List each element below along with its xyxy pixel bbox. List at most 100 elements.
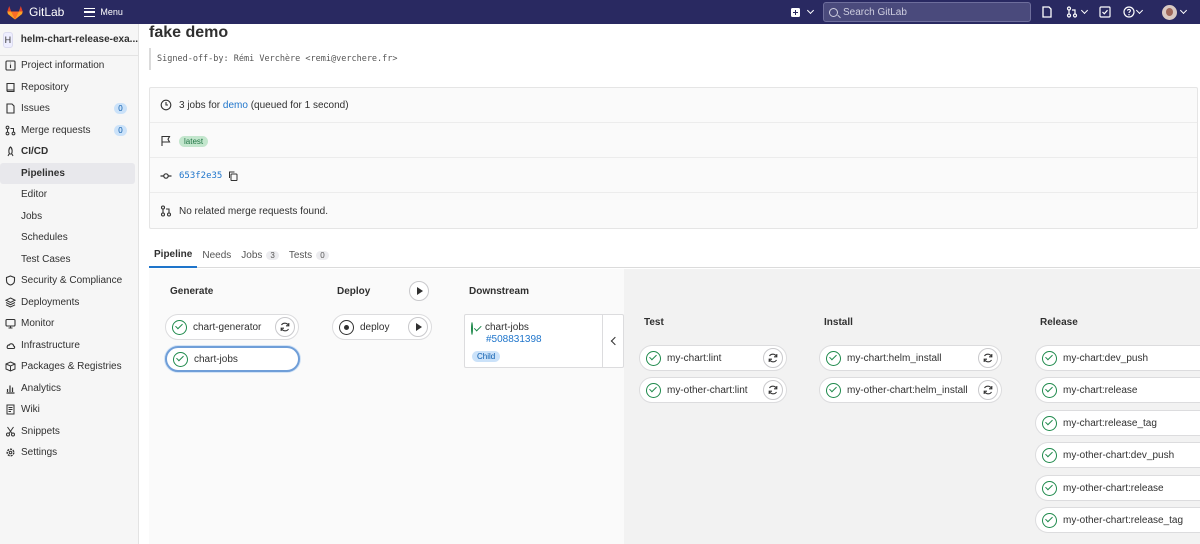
- downstream-name: chart-jobs: [485, 322, 529, 333]
- retry-button[interactable]: [978, 380, 998, 400]
- job-my-other-chart-lint[interactable]: my-other-chart:lint: [639, 377, 787, 403]
- status-success-icon: [826, 350, 841, 366]
- project-name: helm-chart-release-exa...: [20, 34, 138, 45]
- sidebar-item-deployments[interactable]: Deployments: [0, 292, 138, 314]
- job-my-other-chart-dev-push[interactable]: my-other-chart:dev_push: [1035, 442, 1200, 468]
- commit-sha-link[interactable]: 653f2e35: [179, 171, 222, 181]
- retry-button[interactable]: [978, 348, 998, 368]
- queued-text: (queued for 1 second): [250, 99, 349, 111]
- tab-needs[interactable]: Needs: [197, 243, 236, 268]
- merge-request-icon: [1066, 6, 1078, 18]
- issues-nav-button[interactable]: [1041, 6, 1053, 18]
- divider: [150, 157, 1197, 158]
- retry-button[interactable]: [275, 317, 295, 337]
- new-dropdown-button[interactable]: [786, 7, 804, 17]
- help-button[interactable]: [1123, 6, 1135, 18]
- downstream-pipeline-card[interactable]: chart-jobs #508831398 Child: [464, 314, 624, 368]
- job-my-chart-dev-push[interactable]: my-chart:dev_push: [1035, 345, 1200, 371]
- divider: [150, 192, 1197, 193]
- pipeline-graph: Generate chart-generator chart-jobs Depl…: [149, 269, 1200, 544]
- sidebar-item-label: Jobs: [21, 210, 43, 222]
- package-icon: [5, 361, 16, 372]
- search-input[interactable]: Search GitLab: [823, 2, 1031, 22]
- todos-nav-button[interactable]: [1099, 6, 1111, 18]
- project-header[interactable]: H helm-chart-release-exa...: [0, 24, 138, 56]
- tab-jobs[interactable]: Jobs 3: [236, 243, 284, 268]
- tab-pipeline[interactable]: Pipeline: [149, 243, 198, 268]
- divider: [150, 122, 1197, 123]
- sidebar-item-infrastructure[interactable]: Infrastructure: [0, 335, 138, 357]
- status-success-icon: [1042, 480, 1057, 496]
- job-my-other-chart-release[interactable]: my-other-chart:release: [1035, 475, 1200, 501]
- ref-link[interactable]: demo: [223, 100, 248, 111]
- tab-tests[interactable]: Tests 0: [284, 243, 334, 268]
- chart-icon: [6, 385, 15, 394]
- status-success-icon: [1042, 415, 1057, 431]
- sidebar-item-jobs[interactable]: Jobs: [0, 206, 138, 228]
- sidebar-item-repository[interactable]: Repository: [0, 77, 138, 99]
- sidebar-item-test-cases[interactable]: Test Cases: [0, 249, 138, 271]
- job-chart-jobs[interactable]: chart-jobs: [165, 346, 300, 372]
- merge-requests-count-badge: 0: [114, 124, 127, 136]
- rocket-icon: [7, 146, 14, 157]
- clock-icon: [160, 99, 172, 111]
- sidebar-item-schedules[interactable]: Schedules: [0, 227, 138, 249]
- job-my-other-chart-release-tag[interactable]: my-other-chart:release_tag: [1035, 507, 1200, 533]
- page-title: fake demo: [149, 24, 229, 41]
- job-name: my-chart:lint: [667, 352, 722, 364]
- sidebar-item-issues[interactable]: Issues 0: [0, 98, 138, 120]
- sidebar-item-label: CI/CD: [21, 146, 49, 158]
- sidebar-item-snippets[interactable]: Snippets: [0, 421, 138, 443]
- sidebar-item-merge-requests[interactable]: Merge requests 0: [0, 120, 138, 142]
- todo-check-icon: [1099, 6, 1111, 18]
- sidebar-item-analytics[interactable]: Analytics: [0, 378, 138, 400]
- tab-label: Jobs: [241, 250, 263, 261]
- job-my-chart-helm-install[interactable]: my-chart:helm_install: [819, 345, 1002, 371]
- job-name: my-chart:release: [1063, 384, 1138, 396]
- child-badge: Child: [472, 351, 501, 362]
- status-success-icon: [173, 351, 188, 367]
- sidebar-item-label: Wiki: [21, 404, 40, 416]
- job-name: chart-generator: [193, 321, 262, 333]
- job-my-chart-lint[interactable]: my-chart:lint: [639, 345, 787, 371]
- sidebar-item-security-compliance[interactable]: Security & Compliance: [0, 270, 138, 292]
- copy-sha-button[interactable]: [228, 171, 238, 181]
- status-success-icon: [172, 319, 187, 335]
- job-my-chart-release[interactable]: my-chart:release: [1035, 377, 1200, 403]
- main-content: fake demo Signed-off-by: Rémi Verchère <…: [139, 24, 1200, 544]
- retry-button[interactable]: [763, 348, 783, 368]
- sidebar-item-cicd[interactable]: CI/CD: [0, 141, 138, 163]
- job-my-chart-release-tag[interactable]: my-chart:release_tag: [1035, 410, 1200, 436]
- pipeline-badges: latest: [160, 133, 209, 149]
- retry-icon: [983, 385, 993, 395]
- job-chart-generator[interactable]: chart-generator: [165, 314, 299, 340]
- sidebar-item-editor[interactable]: Editor: [0, 184, 138, 206]
- play-stage-button[interactable]: [409, 281, 429, 301]
- menu-button[interactable]: Menu: [84, 7, 123, 17]
- downstream-pipeline-link[interactable]: #508831398: [486, 334, 542, 345]
- job-name: my-other-chart:dev_push: [1063, 449, 1175, 461]
- retry-button[interactable]: [763, 380, 783, 400]
- stage-title-release: Release: [1040, 317, 1078, 328]
- job-my-other-chart-helm-install[interactable]: my-other-chart:helm_install: [819, 377, 1002, 403]
- issues-icon: [1042, 6, 1052, 18]
- flag-icon: [161, 135, 171, 146]
- stage-title-install: Install: [824, 317, 853, 328]
- sidebar-item-settings[interactable]: Settings: [0, 442, 138, 464]
- status-success-icon: [471, 322, 484, 336]
- user-avatar[interactable]: [1162, 4, 1177, 20]
- sidebar-item-packages-registries[interactable]: Packages & Registries: [0, 356, 138, 378]
- merge-requests-nav-button[interactable]: [1063, 6, 1081, 18]
- sidebar-item-pipelines[interactable]: Pipelines: [0, 162, 135, 184]
- sidebar-item-wiki[interactable]: Wiki: [0, 399, 138, 421]
- play-job-button[interactable]: [408, 317, 428, 337]
- sidebar-item-label: Schedules: [21, 232, 68, 244]
- stage-title-downstream: Downstream: [469, 286, 530, 297]
- sidebar-item-project-information[interactable]: Project information: [0, 55, 138, 77]
- status-success-icon: [1042, 350, 1057, 366]
- collapse-downstream-button[interactable]: [602, 315, 624, 367]
- status-success-icon: [826, 382, 841, 398]
- job-deploy[interactable]: deploy: [332, 314, 432, 340]
- sidebar-item-monitor[interactable]: Monitor: [0, 313, 138, 335]
- gitlab-logo[interactable]: GitLab: [7, 5, 64, 20]
